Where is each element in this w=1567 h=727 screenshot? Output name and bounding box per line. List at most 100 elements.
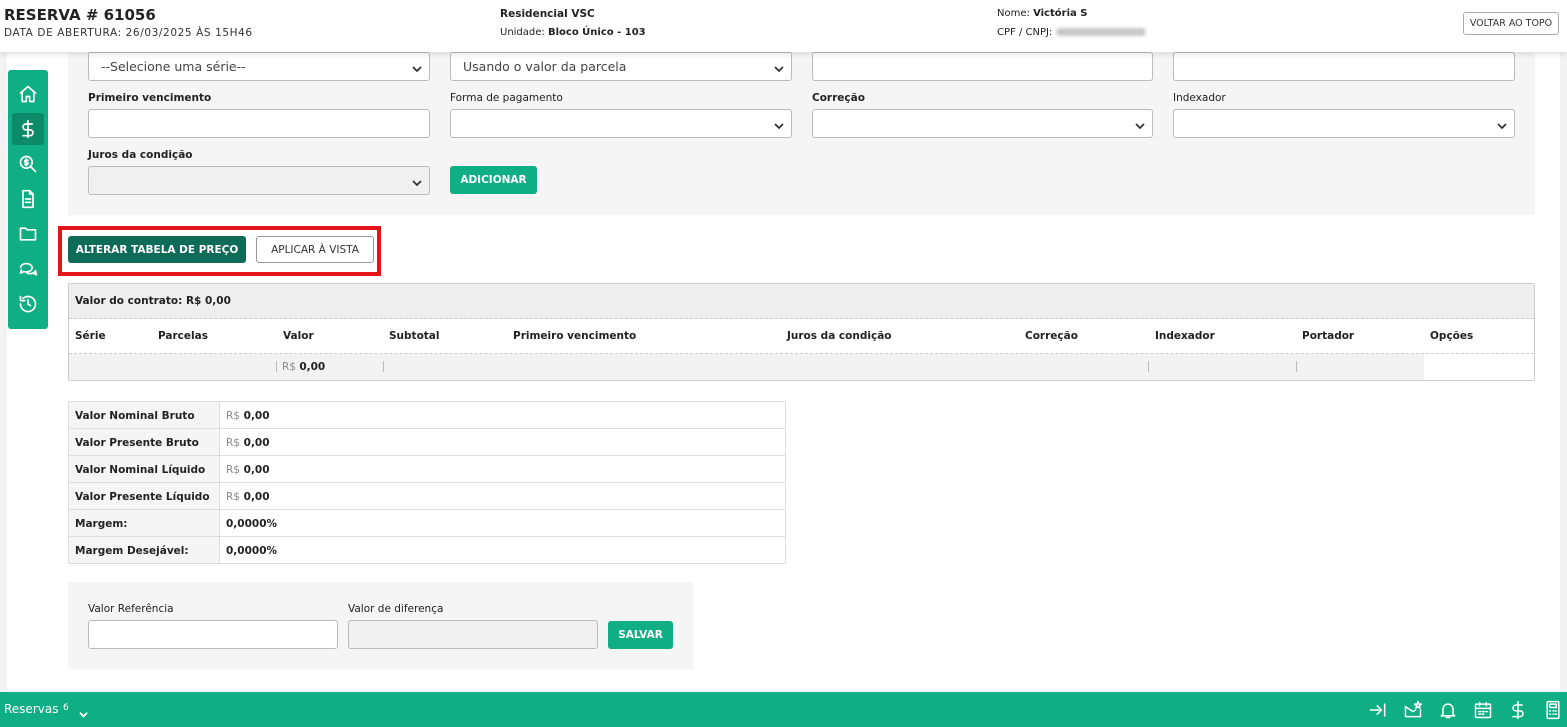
sidebar-item-consulta[interactable]: [12, 148, 44, 180]
correcao-select[interactable]: [812, 109, 1153, 138]
dollar-icon[interactable]: [1508, 700, 1528, 720]
reservas-label[interactable]: Reservas: [4, 702, 58, 716]
row-label: Valor Nominal Líquido: [69, 456, 220, 482]
row-value: 0,0000%: [226, 518, 278, 530]
table-row: Margem Desejável: 0,0000%: [69, 537, 785, 564]
contract-table-header: Valor do contrato: R$ 0,00: [69, 284, 1534, 319]
row-value: 0,0000%: [226, 545, 278, 557]
bell-icon[interactable]: [1438, 700, 1458, 720]
total-value: 0,00: [299, 361, 326, 373]
col-correcao: Correção: [1025, 330, 1078, 342]
cpf-label: CPF / CNPJ:: [997, 27, 1053, 38]
sidebar-item-historico[interactable]: [12, 288, 44, 320]
col-serie: Série: [75, 330, 106, 342]
salvar-button[interactable]: SALVAR: [608, 621, 673, 649]
arrow-right-bar-icon[interactable]: [1368, 700, 1388, 720]
forma-pagamento-label: Forma de pagamento: [450, 92, 563, 104]
chevron-down-icon: [412, 176, 422, 187]
reserva-title: RESERVA # 61056: [4, 6, 156, 24]
serie-select-value: --Selecione uma série--: [101, 59, 246, 74]
row-label: Margem Desejável:: [69, 537, 220, 563]
cliente-cpf: CPF / CNPJ:: [997, 27, 1147, 38]
sidebar-item-documentos[interactable]: [12, 183, 44, 215]
mail-star-icon[interactable]: [1403, 700, 1423, 720]
calendar-icon[interactable]: [1473, 700, 1493, 720]
row-label: Margem:: [69, 510, 220, 536]
indexador-label: Indexador: [1173, 92, 1226, 104]
reservas-count: 6: [63, 703, 69, 713]
col-valor: Valor: [283, 330, 314, 342]
row-value: R$ 0,00: [226, 491, 270, 503]
correcao-label: Correção: [812, 92, 865, 104]
forma-pagamento-select[interactable]: [450, 109, 792, 138]
alterar-tabela-button[interactable]: ALTERAR TABELA DE PREÇO: [68, 236, 246, 263]
table-row: Valor Presente Bruto R$ 0,00: [69, 429, 785, 456]
total-currency: R$: [282, 361, 296, 373]
search-dollar-icon: [19, 155, 37, 173]
nome-value: Victória S: [1033, 8, 1088, 19]
chat-icon: [19, 262, 38, 276]
juros-select[interactable]: [88, 166, 430, 195]
valor-diferenca-label: Valor de diferença: [348, 603, 444, 615]
col-primeiro-vencimento: Primeiro vencimento: [513, 330, 637, 342]
chevron-down-icon: [412, 62, 422, 73]
adicionar-button[interactable]: ADICIONAR: [450, 166, 537, 194]
sidebar: [8, 70, 48, 329]
cell-divider: [383, 361, 384, 372]
col-juros: Juros da condição: [787, 330, 892, 342]
aplicar-vista-button[interactable]: APLICAR À VISTA: [256, 236, 374, 263]
col-opcoes: Opções: [1430, 330, 1474, 342]
nome-label: Nome:: [997, 8, 1030, 19]
document-icon: [22, 189, 34, 209]
indexador-select[interactable]: [1173, 109, 1515, 138]
unidade-value: Bloco Único - 103: [547, 27, 646, 38]
valor-referencia-label: Valor Referência: [88, 603, 174, 615]
valor-contrato: Valor do contrato: R$ 0,00: [75, 295, 231, 307]
row-value: R$ 0,00: [226, 464, 270, 476]
cpf-blurred-value: [1056, 28, 1147, 36]
valor-select[interactable]: Usando o valor da parcela: [450, 52, 792, 81]
top-header: RESERVA # 61056 DATA DE ABERTURA: 26/03/…: [0, 0, 1567, 52]
col-parcelas: Parcelas: [158, 330, 208, 342]
row-value: R$ 0,00: [226, 410, 270, 422]
chevron-down-icon: [774, 119, 784, 130]
values-table: Valor Nominal Bruto R$ 0,00 Valor Presen…: [68, 401, 786, 564]
row-label: Valor Presente Bruto: [69, 429, 220, 455]
table-row: Margem: 0,0000%: [69, 510, 785, 537]
folder-icon: [19, 227, 37, 241]
dollar-icon: [22, 119, 34, 139]
valor-referencia-input[interactable]: [88, 620, 338, 649]
table-row: Valor Nominal Líquido R$ 0,00: [69, 456, 785, 483]
col-indexador: Indexador: [1155, 330, 1215, 342]
abertura-date: DATA DE ABERTURA: 26/03/2025 ÀS 15H46: [4, 27, 253, 39]
cliente-nome: Nome: Victória S: [997, 8, 1087, 19]
juros-label: Juros da condição: [88, 149, 193, 161]
calculator-icon[interactable]: [1543, 700, 1563, 720]
empreendimento-name: Residencial VSC: [500, 8, 595, 20]
field-input-3[interactable]: [812, 52, 1153, 81]
voltar-topo-button[interactable]: VOLTAR AO TOPO: [1463, 12, 1559, 35]
table-row: Valor Presente Líquido R$ 0,00: [69, 483, 785, 510]
row-label: Valor Presente Líquido: [69, 483, 220, 509]
unidade-label: Unidade:: [500, 27, 545, 38]
primeiro-vencimento-input[interactable]: [88, 109, 430, 138]
contract-table: Valor do contrato: R$ 0,00 Série Parcela…: [68, 283, 1535, 381]
cell-divider: [276, 361, 277, 372]
valor-diferenca-input: [348, 620, 598, 649]
sidebar-item-financeiro[interactable]: [12, 113, 44, 145]
col-portador: Portador: [1302, 330, 1355, 342]
row-value: R$ 0,00: [226, 437, 270, 449]
home-icon: [19, 85, 37, 103]
serie-select[interactable]: --Selecione uma série--: [88, 52, 430, 81]
primeiro-vencimento-label: Primeiro vencimento: [88, 92, 212, 104]
field-input-4[interactable]: [1173, 52, 1515, 81]
chevron-down-icon[interactable]: [79, 704, 88, 718]
sidebar-item-home[interactable]: [12, 78, 44, 110]
unidade-info: Unidade: Bloco Único - 103: [500, 27, 646, 38]
chevron-down-icon: [1497, 119, 1507, 130]
table-row: Valor Nominal Bruto R$ 0,00: [69, 402, 785, 429]
cell-divider: [1296, 361, 1297, 372]
history-icon: [19, 295, 37, 313]
sidebar-item-arquivos[interactable]: [12, 218, 44, 250]
sidebar-item-mensagens[interactable]: [12, 253, 44, 285]
